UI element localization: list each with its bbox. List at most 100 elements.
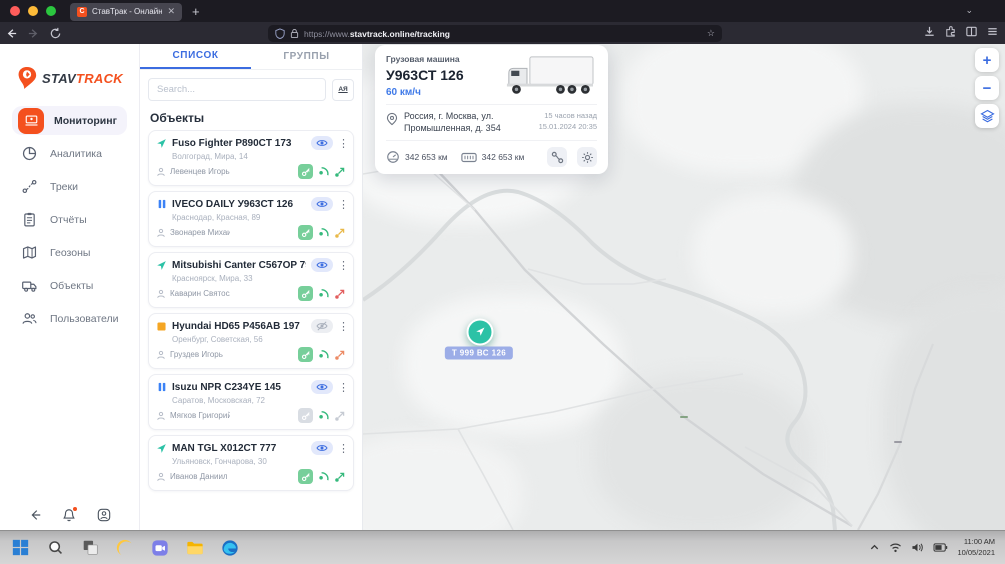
volume-icon[interactable] xyxy=(911,542,924,553)
vehicle-card[interactable]: Fuso Fighter P890CT 173 Волгоград, Мира,… xyxy=(148,130,354,186)
vehicle-menu-button[interactable] xyxy=(338,198,346,211)
sidebar-nav: Мониторинг Аналитика Треки xyxy=(0,106,139,333)
search-icon[interactable] xyxy=(45,538,65,558)
vehicle-list: Fuso Fighter P890CT 173 Волгоград, Мира,… xyxy=(140,130,362,496)
task-view-icon[interactable] xyxy=(80,538,100,558)
vehicle-card[interactable]: Isuzu NPR C234YE 145 Саратов, Московская… xyxy=(148,374,354,430)
search-input[interactable] xyxy=(148,78,326,101)
visibility-toggle[interactable] xyxy=(311,136,333,150)
window-zoom-button[interactable] xyxy=(46,6,56,16)
sidebar-book-icon[interactable] xyxy=(965,25,978,38)
taskbar-clock[interactable]: 11:00 AM 10/05/2021 xyxy=(957,537,995,559)
vehicle-plate: У963СТ 126 xyxy=(386,67,464,83)
sidebar-item-geozones[interactable]: Геозоны xyxy=(12,238,127,267)
vehicle-address: Краснодар, Красная, 89 xyxy=(156,211,346,225)
zoom-in-button[interactable]: + xyxy=(975,48,999,72)
edge-browser-icon[interactable] xyxy=(220,538,240,558)
notifications-bell-icon[interactable] xyxy=(62,508,76,522)
moon-app-icon[interactable] xyxy=(115,538,135,558)
connection-icon xyxy=(334,410,346,422)
sidebar-item-reports[interactable]: Отчёты xyxy=(12,205,127,234)
sidebar-item-label: Объекты xyxy=(50,280,93,292)
sidebar-item-users[interactable]: Пользователи xyxy=(12,304,127,333)
reload-button[interactable] xyxy=(44,27,66,40)
vehicle-menu-button[interactable] xyxy=(338,320,346,333)
clock-time: 11:00 AM xyxy=(957,537,995,548)
visibility-toggle[interactable] xyxy=(311,258,333,272)
tray-chevron-icon[interactable] xyxy=(869,542,880,553)
new-tab-button[interactable]: + xyxy=(192,5,200,18)
vehicle-card[interactable]: MAN TGL X012CT 777 Ульяновск, Гончарова,… xyxy=(148,435,354,491)
forward-button[interactable] xyxy=(22,27,44,40)
reports-icon xyxy=(18,209,40,231)
sidebar-item-label: Отчёты xyxy=(50,214,87,226)
back-button[interactable] xyxy=(0,27,22,40)
vehicle-name: Hyundai HD65 P456AB 197 xyxy=(172,321,306,332)
marker-arrow-icon xyxy=(474,326,487,339)
ignition-key-icon xyxy=(298,347,313,362)
driver-icon xyxy=(156,472,166,482)
collapse-back-icon[interactable] xyxy=(28,508,42,522)
visibility-toggle[interactable] xyxy=(311,319,333,333)
tab-list[interactable]: СПИСОК xyxy=(140,44,251,69)
users-icon xyxy=(18,308,40,330)
vehicle-map-marker[interactable] xyxy=(467,319,494,346)
zoom-out-button[interactable]: − xyxy=(975,76,999,100)
battery-icon[interactable] xyxy=(933,543,948,552)
start-button[interactable] xyxy=(10,538,30,558)
map[interactable]: Т 999 ВС 126 + − Грузовая машина У963СТ … xyxy=(363,44,1005,530)
road-badge xyxy=(680,416,688,418)
menu-hamburger-icon[interactable] xyxy=(986,25,999,38)
route-button[interactable] xyxy=(547,147,567,167)
vehicle-menu-button[interactable] xyxy=(338,381,346,394)
window-close-button[interactable] xyxy=(10,6,20,16)
sidebar-item-objects[interactable]: Объекты xyxy=(12,271,127,300)
browser-tab[interactable]: С СтавТрак - Онлайн мониторин ✕ xyxy=(70,3,182,21)
sidebar-item-monitoring[interactable]: Мониторинг xyxy=(12,106,127,135)
vehicle-card[interactable]: Hyundai HD65 P456AB 197 Оренбург, Советс… xyxy=(148,313,354,369)
search-row: АЯ xyxy=(140,70,362,105)
ignition-key-icon xyxy=(298,164,313,179)
vehicle-menu-button[interactable] xyxy=(338,137,346,150)
settings-button[interactable] xyxy=(577,147,597,167)
window-minimize-button[interactable] xyxy=(28,6,38,16)
tab-groups[interactable]: ГРУППЫ xyxy=(251,44,362,69)
vehicle-address: Оренбург, Советская, 56 xyxy=(156,333,346,347)
signal-icon xyxy=(317,226,330,239)
chat-app-icon[interactable] xyxy=(150,538,170,558)
odometer-gauge-icon xyxy=(386,150,400,164)
sidebar-item-tracks[interactable]: Треки xyxy=(12,172,127,201)
vehicle-card[interactable]: Mitsubishi Canter C567OP 790 Красноярск,… xyxy=(148,252,354,308)
visibility-toggle[interactable] xyxy=(311,197,333,211)
driver-name: Груздев Игорь xyxy=(170,350,230,359)
browser-tab-bar: С СтавТрак - Онлайн мониторин ✕ + ⌄ xyxy=(0,0,1005,22)
objects-icon xyxy=(18,275,40,297)
extensions-icon[interactable] xyxy=(944,25,957,38)
vehicle-card[interactable]: IVECO DAILY У963СТ 126 Краснодар, Красна… xyxy=(148,191,354,247)
driver-icon xyxy=(156,167,166,177)
downloads-icon[interactable] xyxy=(923,25,936,38)
tab-close-icon[interactable]: ✕ xyxy=(167,7,175,16)
app-window: STAVTRACK Мониторинг Аналитика xyxy=(0,44,1005,530)
driver-name: Иванов Даниил xyxy=(170,472,230,481)
visibility-toggle[interactable] xyxy=(311,380,333,394)
brand-stav: STAV xyxy=(42,71,76,86)
file-explorer-icon[interactable] xyxy=(185,538,205,558)
tracks-icon xyxy=(18,176,40,198)
bookmark-star-icon[interactable]: ☆ xyxy=(707,28,715,39)
tab-list-chevron-icon[interactable]: ⌄ xyxy=(965,5,973,16)
monitoring-icon xyxy=(18,108,44,134)
connection-icon xyxy=(334,288,346,300)
vehicle-menu-button[interactable] xyxy=(338,442,346,455)
profile-icon[interactable] xyxy=(97,508,111,522)
sidebar-item-analytics[interactable]: Аналитика xyxy=(12,139,127,168)
wifi-icon[interactable] xyxy=(889,542,902,553)
lock-icon xyxy=(290,28,299,39)
map-layers-button[interactable] xyxy=(975,104,999,128)
url-bar[interactable]: https://www.stavtrack.online/tracking ☆ xyxy=(268,25,722,42)
vehicle-menu-button[interactable] xyxy=(338,259,346,272)
sort-az-button[interactable]: АЯ xyxy=(332,79,354,101)
visibility-toggle[interactable] xyxy=(311,441,333,455)
analytics-icon xyxy=(18,143,40,165)
vehicle-location: Россия, г. Москва, ул.Промышленная, д. 3… xyxy=(398,111,539,134)
